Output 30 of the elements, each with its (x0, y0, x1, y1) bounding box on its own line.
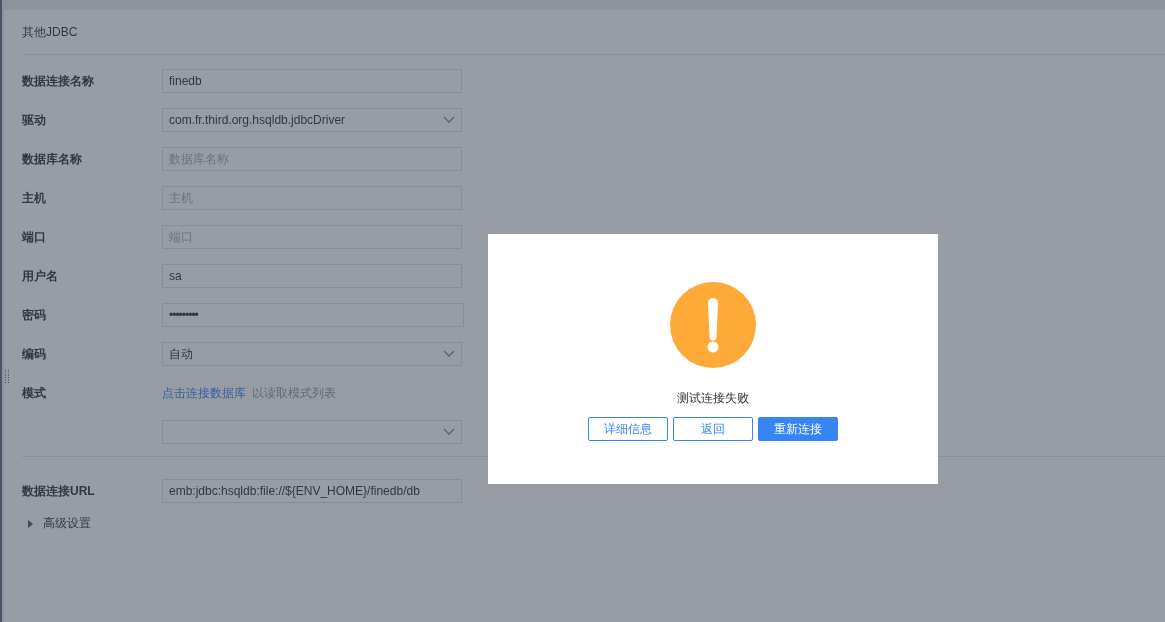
field-label: 数据连接URL (22, 482, 96, 500)
input-field[interactable]: finedb (162, 69, 462, 93)
field-label: 模式 (22, 384, 47, 402)
warning-icon (670, 282, 756, 368)
advanced-settings[interactable]: 高级设置 (43, 515, 91, 532)
password-field[interactable]: ••••••••• (162, 303, 464, 327)
select-field[interactable] (162, 420, 462, 444)
field-label: 编码 (22, 345, 47, 363)
caret-right-icon[interactable] (28, 519, 33, 528)
field-label: 驱动 (22, 111, 47, 129)
field-label: 端口 (22, 228, 47, 246)
input-field[interactable]: sa (162, 264, 462, 288)
select-field[interactable]: 自动 (162, 342, 462, 366)
chevron-down-icon (443, 350, 455, 358)
grip-icon[interactable] (5, 370, 9, 384)
field-label: 密码 (22, 306, 47, 324)
chevron-down-icon (443, 116, 455, 124)
dialog-message: 测试连接失败 (677, 390, 749, 407)
field-label: 数据库名称 (22, 150, 83, 168)
dialog-button[interactable]: 返回 (673, 417, 753, 441)
select-field[interactable]: com.fr.third.org.hsqldb.jdbcDriver (162, 108, 462, 132)
panel-title: 其他JDBC (22, 23, 78, 41)
chevron-down-icon (443, 428, 455, 436)
field-label: 数据连接名称 (22, 72, 95, 90)
field-label: 主机 (22, 189, 47, 207)
connect-link[interactable]: 点击连接数据库 (162, 384, 246, 402)
field-label: 用户名 (22, 267, 59, 285)
dialog-button[interactable]: 重新连接 (758, 417, 838, 441)
dialog-button[interactable]: 详细信息 (588, 417, 668, 441)
input-field[interactable]: emb:jdbc:hsqldb:file://${ENV_HOME}/finedb/db (162, 479, 462, 503)
